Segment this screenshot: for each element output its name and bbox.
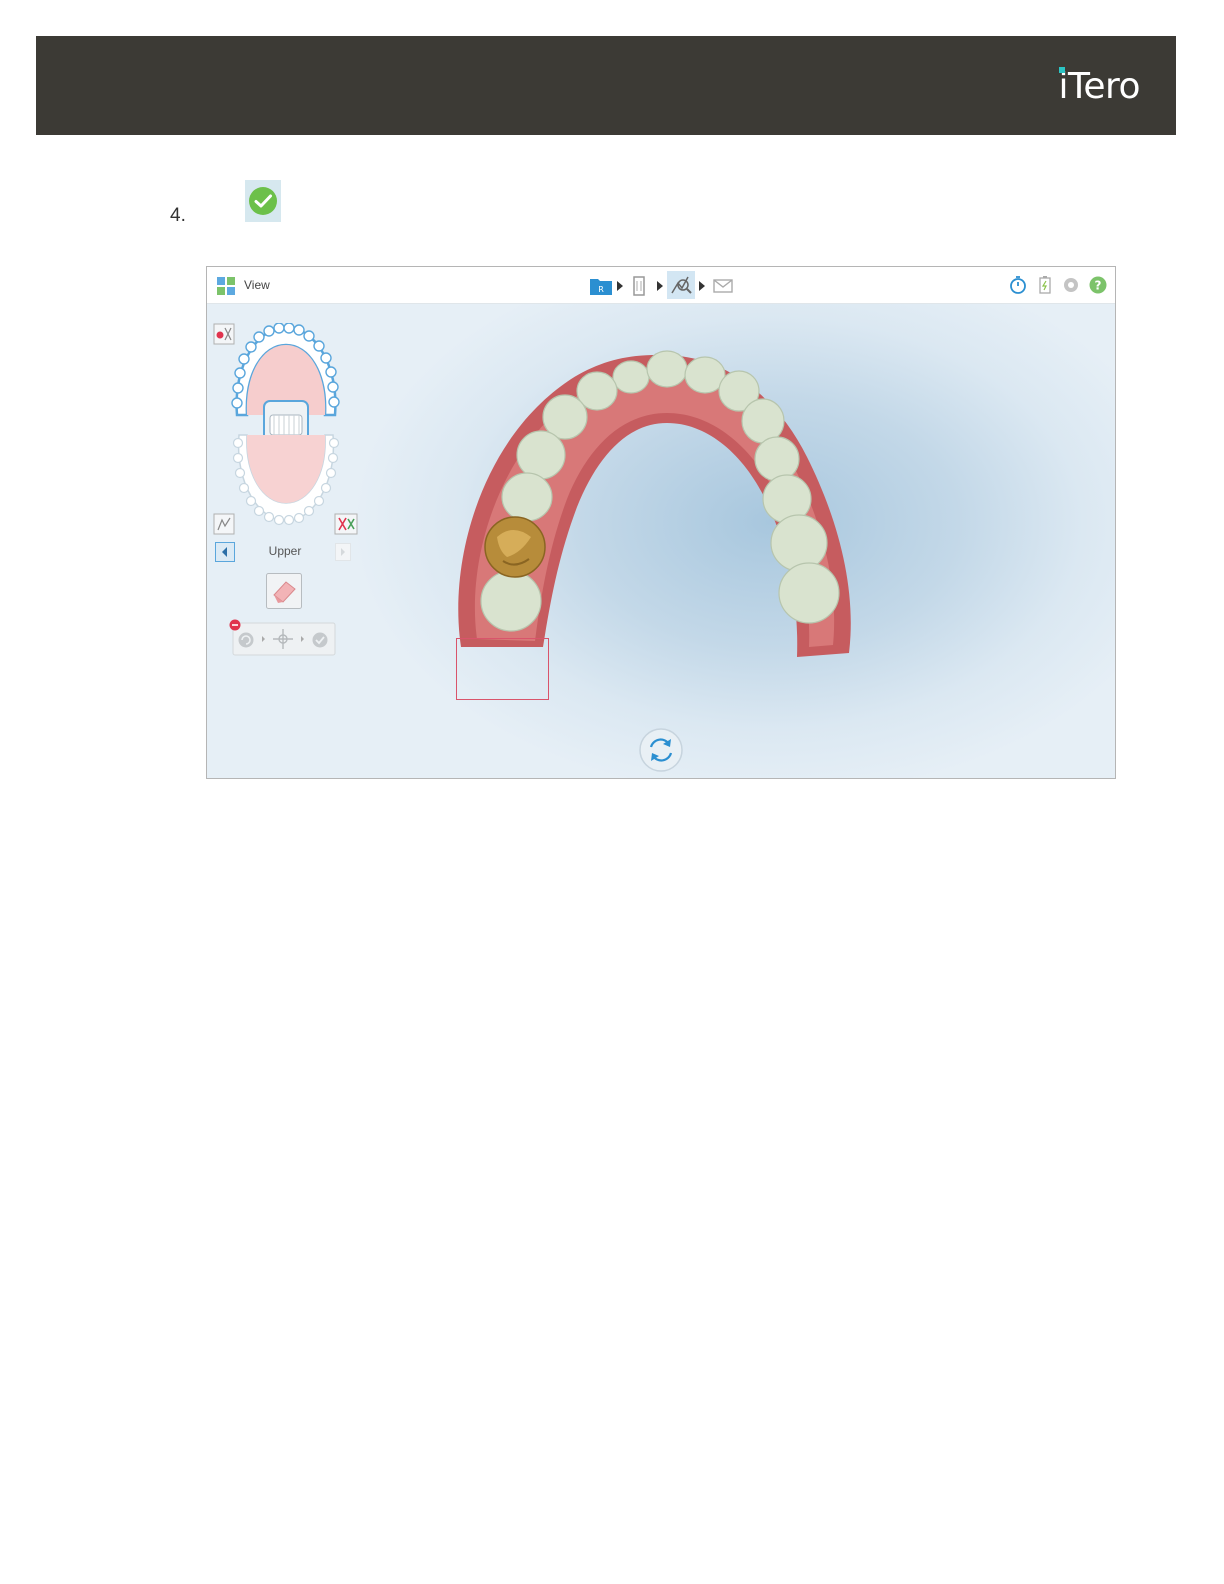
rotate-button[interactable] xyxy=(638,727,684,773)
rx-folder-icon[interactable]: R xyxy=(590,277,612,295)
next-arch-button[interactable] xyxy=(335,543,351,561)
timer-icon[interactable] xyxy=(1009,276,1027,294)
selection-rectangle xyxy=(456,638,549,700)
battery-icon xyxy=(1039,276,1051,294)
previous-arch-button[interactable] xyxy=(215,542,235,562)
arch-scan-model[interactable] xyxy=(447,347,867,667)
itero-logo: iTero xyxy=(1058,66,1140,107)
view-magnifier-icon xyxy=(671,276,692,294)
svg-text:?: ? xyxy=(1095,279,1102,293)
step-number: 4. xyxy=(170,205,186,226)
page-header: iTero xyxy=(36,36,1176,135)
send-envelope-icon[interactable] xyxy=(713,279,733,293)
view-grid-icon[interactable] xyxy=(217,277,235,295)
step-arrow-icon xyxy=(699,281,705,291)
scan-toolbar: View R ? xyxy=(207,267,1115,304)
help-icon[interactable]: ? xyxy=(1089,276,1107,294)
step-check-icon xyxy=(245,180,281,222)
arch-label: Upper xyxy=(268,544,302,558)
view-step-active[interactable] xyxy=(667,271,695,299)
logo-accent-dot xyxy=(1059,67,1066,73)
gear-icon[interactable] xyxy=(1062,276,1080,294)
trim-tool-bar[interactable] xyxy=(229,619,337,657)
jaw-map-icon[interactable] xyxy=(229,323,343,527)
view-label: View xyxy=(244,278,270,292)
lower-jaw-toggle-icon[interactable] xyxy=(213,513,235,535)
bite-toggle-icon[interactable] xyxy=(334,513,358,535)
eraser-tool-button[interactable] xyxy=(266,573,302,609)
step-arrow-icon xyxy=(657,281,663,291)
scan-view-screenshot: View R ? Upper xyxy=(206,266,1116,779)
step-arrow-icon xyxy=(617,281,623,291)
scan-tooth-icon[interactable] xyxy=(631,276,647,296)
svg-text:R: R xyxy=(598,285,604,294)
